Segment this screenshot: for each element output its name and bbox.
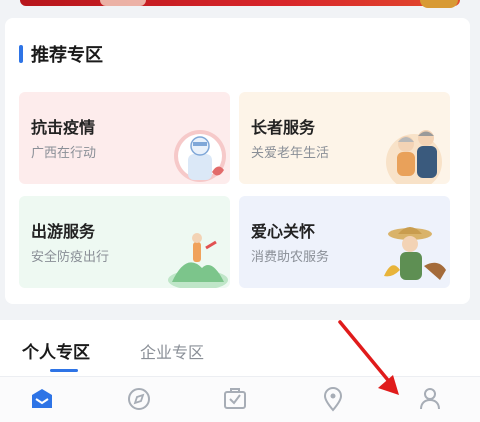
top-banner[interactable] xyxy=(20,0,460,6)
travel-hill-icon xyxy=(168,233,228,288)
tile-travel-service[interactable]: 出游服务 安全防疫出行 xyxy=(19,196,230,288)
section-title-text: 推荐专区 xyxy=(31,45,103,66)
medical-worker-icon xyxy=(174,130,226,182)
tab-personal[interactable]: 个人专区 xyxy=(22,338,90,363)
recommend-section: 推荐专区 抗击疫情 广西在行动 长者服务 关爱老年生活 出游服务 安全防疫出行 … xyxy=(5,18,470,304)
active-tab-indicator xyxy=(50,369,78,372)
elderly-couple-icon xyxy=(386,130,442,184)
zone-tabs: 个人专区 企业专区 xyxy=(0,320,480,376)
tab-enterprise[interactable]: 企业专区 xyxy=(140,339,204,363)
tile-title: 长者服务 xyxy=(251,118,316,137)
banner-decoration-right xyxy=(420,0,458,8)
tile-title: 出游服务 xyxy=(31,222,96,241)
tile-subtitle: 广西在行动 xyxy=(31,146,97,161)
tile-title: 爱心关怀 xyxy=(251,222,316,241)
user-icon[interactable] xyxy=(416,385,444,413)
compass-icon[interactable] xyxy=(125,385,153,413)
farmer-icon xyxy=(384,227,446,280)
location-pin-icon[interactable] xyxy=(319,385,347,413)
inbox-icon[interactable] xyxy=(221,385,249,413)
section-title: 推荐专区 xyxy=(19,42,103,66)
home-icon[interactable] xyxy=(28,385,56,413)
bottom-navigation xyxy=(0,376,480,422)
tile-subtitle: 关爱老年生活 xyxy=(251,146,330,161)
tile-elderly-service[interactable]: 长者服务 关爱老年生活 xyxy=(239,92,450,184)
tile-title: 抗击疫情 xyxy=(31,118,96,137)
section-title-bar xyxy=(19,45,23,63)
tile-fight-epidemic[interactable]: 抗击疫情 广西在行动 xyxy=(19,92,230,184)
tile-subtitle: 安全防疫出行 xyxy=(31,250,110,265)
tile-subtitle: 消费助农服务 xyxy=(251,250,330,265)
tile-caring[interactable]: 爱心关怀 消费助农服务 xyxy=(239,196,450,288)
banner-decoration xyxy=(100,0,146,6)
